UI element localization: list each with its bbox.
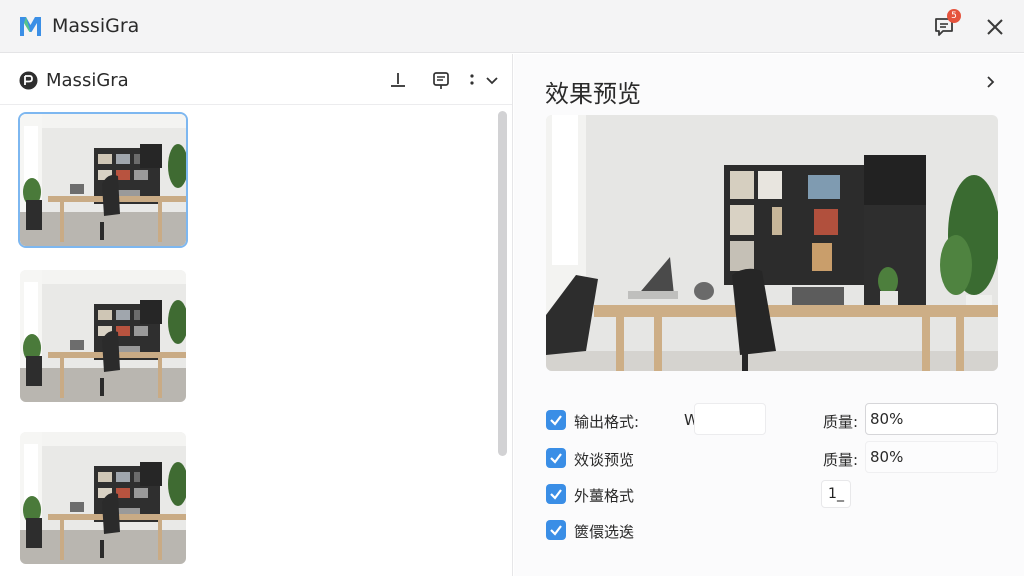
- option-label: 输出格式:: [574, 413, 640, 431]
- option-checkbox[interactable]: [546, 410, 566, 430]
- thumbnail-panel-header: MassiGra: [0, 54, 512, 105]
- check-icon: [550, 453, 562, 464]
- option-checkbox[interactable]: [546, 448, 566, 468]
- chevron-down-icon[interactable]: [482, 70, 502, 90]
- app-logo-icon: [20, 17, 41, 36]
- chevron-right-icon[interactable]: [980, 72, 1000, 92]
- quality-label: 质量:: [823, 413, 859, 431]
- quality-label: 质量:: [823, 451, 859, 469]
- thumbnail-item[interactable]: [20, 432, 186, 564]
- app-title: MassiGra: [52, 15, 140, 37]
- check-icon: [550, 489, 562, 500]
- preview-panel: 效果预览 输出格式: 效谈预览 外薑格式 篋儇选逘 质量: 80% 质量: 80…: [514, 54, 1024, 576]
- check-icon: [550, 415, 562, 426]
- quality-input[interactable]: 80%: [865, 403, 998, 435]
- option-label: 效谈预览: [574, 451, 635, 469]
- more-icon[interactable]: [462, 70, 482, 90]
- thumbnail-image: [20, 270, 186, 402]
- option-label: 篋儇选逘: [574, 523, 635, 541]
- preview-image: [546, 115, 998, 371]
- thumbnail-list: [0, 106, 495, 576]
- close-icon[interactable]: [984, 16, 1006, 38]
- title-bar: MassiGra 5: [0, 0, 1024, 53]
- app-logo-icon: [19, 71, 38, 90]
- check-icon: [550, 525, 562, 536]
- preview-title: 效果预览: [545, 80, 641, 108]
- download-icon[interactable]: [388, 70, 408, 90]
- quality-input[interactable]: 80%: [865, 441, 998, 473]
- thumbnail-panel: MassiGra: [0, 54, 513, 576]
- small-action-button[interactable]: 1_: [821, 480, 851, 508]
- option-checkbox[interactable]: [546, 520, 566, 540]
- export-icon[interactable]: [431, 70, 451, 90]
- notification-badge: 5: [947, 9, 961, 23]
- thumbnail-image: [20, 114, 186, 246]
- thumbnail-item[interactable]: [20, 114, 186, 246]
- panel-title: MassiGra: [46, 70, 129, 91]
- option-checkbox[interactable]: [546, 484, 566, 504]
- scrollbar[interactable]: [496, 111, 509, 456]
- option-label: 外薑格式: [574, 487, 635, 505]
- thumbnail-item[interactable]: [20, 270, 186, 402]
- output-format-select[interactable]: [694, 403, 766, 435]
- thumbnail-image: [20, 432, 186, 564]
